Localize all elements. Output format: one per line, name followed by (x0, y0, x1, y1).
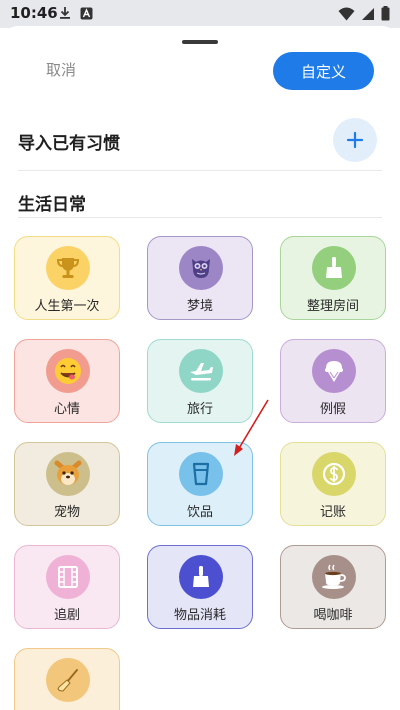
broom-icon (312, 246, 356, 290)
cancel-button[interactable]: 取消 (46, 59, 76, 80)
status-left-icons (58, 6, 93, 20)
broom-icon (179, 555, 223, 599)
habit-card-label: 心情 (53, 402, 80, 417)
annotation-arrow (234, 399, 269, 456)
airplane-icon (179, 349, 223, 393)
status-time: 10:46 (10, 4, 58, 22)
custom-button[interactable]: 自定义 (273, 52, 374, 90)
smile-face-icon (46, 349, 90, 393)
divider (18, 170, 382, 171)
habit-card-label: 物品消耗 (173, 608, 226, 623)
habit-card[interactable]: 整理房间 (280, 236, 386, 320)
habit-card[interactable]: 心情 (14, 339, 120, 423)
habit-card[interactable]: 学家务 (14, 648, 120, 710)
import-add-button[interactable] (333, 118, 377, 162)
wifi-icon (338, 7, 355, 20)
battery-icon (381, 6, 390, 21)
cup-icon (179, 452, 223, 496)
ice-cream-icon (312, 349, 356, 393)
habit-card[interactable]: 梦境 (147, 236, 253, 320)
drag-handle[interactable] (182, 40, 218, 44)
habit-card-label: 喝咖啡 (313, 608, 353, 623)
plus-icon (346, 131, 364, 149)
habit-card[interactable]: 喝咖啡 (280, 545, 386, 629)
owl-icon (179, 246, 223, 290)
habit-card-label: 饮品 (186, 505, 213, 520)
dog-face-icon (46, 452, 90, 496)
status-right-icons (338, 6, 390, 21)
notification-app-icon (80, 7, 93, 19)
divider (18, 217, 382, 218)
habit-card-label: 梦境 (186, 299, 213, 314)
add-habit-sheet: 取消 自定义 导入已有习惯 生活日常 人生第一次 梦境 整理房间 心情 旅行 例假 宠物 饮品… (0, 26, 400, 710)
signal-icon (362, 7, 374, 20)
habit-card-label: 人生第一次 (34, 299, 100, 314)
habit-card[interactable]: 物品消耗 (147, 545, 253, 629)
coin-icon (312, 452, 356, 496)
habit-card[interactable]: 人生第一次 (14, 236, 120, 320)
section-title: 生活日常 (18, 195, 86, 215)
status-bar: 10:46 (0, 0, 400, 28)
habit-card[interactable]: 追剧 (14, 545, 120, 629)
habit-card-label: 记账 (319, 505, 346, 520)
import-habits-label: 导入已有习惯 (18, 134, 120, 154)
broom-icon (46, 658, 90, 702)
coffee-icon (312, 555, 356, 599)
habit-card-label: 整理房间 (306, 299, 359, 314)
habit-card[interactable]: 宠物 (14, 442, 120, 526)
trophy-icon (46, 246, 90, 290)
habit-card-label: 例假 (319, 402, 346, 417)
habit-card[interactable]: 记账 (280, 442, 386, 526)
habit-card-label: 宠物 (53, 505, 80, 520)
habit-card[interactable]: 例假 (280, 339, 386, 423)
film-icon (46, 555, 90, 599)
habit-card-label: 追剧 (53, 608, 80, 623)
download-icon (60, 7, 70, 19)
